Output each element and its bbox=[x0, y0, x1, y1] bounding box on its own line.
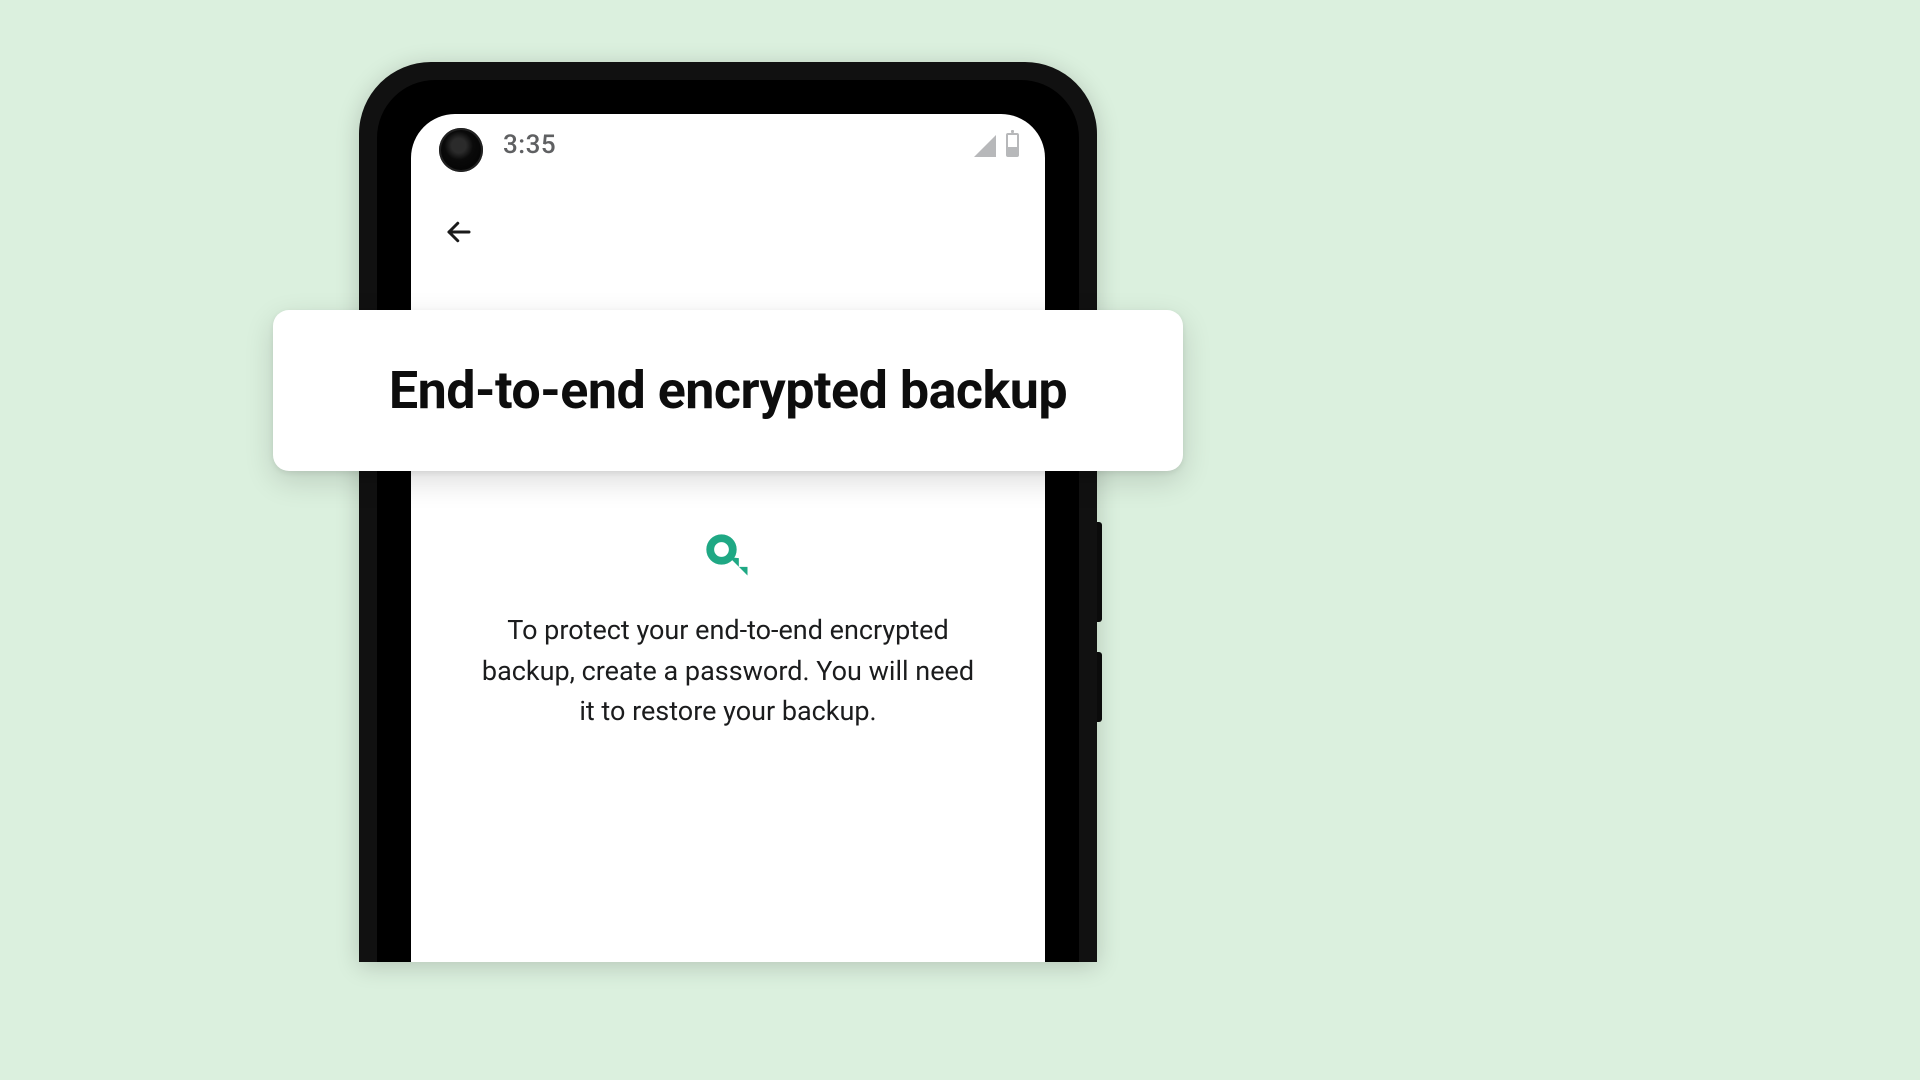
phone-frame: 3:35 To protect your end-to-end encrypt bbox=[359, 62, 1097, 962]
status-clock: 3:35 bbox=[503, 130, 556, 160]
phone-bezel: 3:35 To protect your end-to-end encrypt bbox=[377, 80, 1079, 962]
arrow-left-icon bbox=[444, 217, 474, 247]
phone-side-button bbox=[1097, 652, 1102, 722]
page-title: End-to-end encrypted backup bbox=[313, 360, 1143, 421]
battery-icon bbox=[1006, 133, 1019, 157]
key-icon bbox=[702, 530, 754, 586]
phone-side-button bbox=[1097, 522, 1102, 622]
phone-screen: 3:35 To protect your end-to-end encrypt bbox=[411, 114, 1045, 962]
status-bar: 3:35 bbox=[411, 114, 1045, 176]
title-callout-card: End-to-end encrypted backup bbox=[273, 310, 1183, 471]
back-button[interactable] bbox=[437, 210, 481, 254]
body-copy: To protect your end-to-end encrypted bac… bbox=[471, 610, 985, 732]
cellular-signal-icon bbox=[974, 135, 996, 157]
